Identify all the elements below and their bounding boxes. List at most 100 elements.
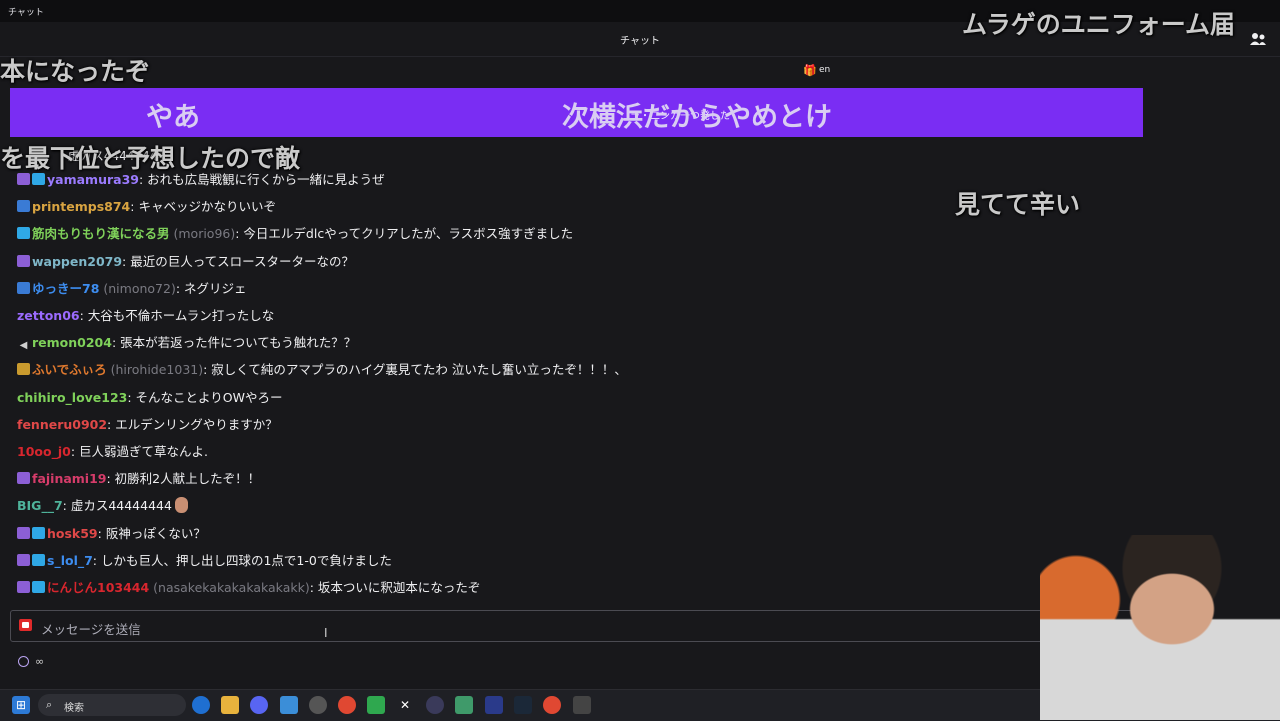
hype-left-text: やあ	[146, 102, 200, 133]
chat-user-handle: (nimono72)	[99, 280, 176, 296]
chat-message-text: : 虚カス44444444	[62, 498, 172, 514]
chat-message-text: : 寂しくて純のアマプラのハイグ裏見てたわ 泣いたし奮い立ったぞ！！！、	[203, 362, 627, 378]
chat-username[interactable]: remon0204	[32, 335, 112, 350]
chat-message: BIG__7: 虚カス44444444	[17, 496, 188, 516]
chat-message: hosk59: 阪神っぽくない？	[17, 524, 206, 544]
folder-icon[interactable]	[221, 696, 239, 714]
vip-badge-icon[interactable]	[17, 526, 30, 539]
chat-message-text: : 張本が若返った件についてもう触れた？？	[111, 335, 357, 351]
chrome-icon[interactable]	[543, 696, 561, 714]
hype-right-text: 次横浜だからやめとけ	[562, 102, 832, 133]
chat-message: printemps874: キャベッジかなりいいぞ	[17, 197, 276, 217]
obs-icon[interactable]	[309, 696, 327, 714]
vip-badge-icon[interactable]	[17, 254, 30, 267]
emote-icon	[174, 497, 188, 514]
chat-message: fenneru0902: エルデンリングやりますか？	[17, 415, 278, 435]
window-title: チャット	[8, 8, 44, 18]
chrome-icon[interactable]	[338, 696, 356, 714]
chat-message-text: : そんなことよりOWやろー	[127, 389, 283, 405]
chat-message: ゆっきー78 (nimono72): ネグリジェ	[17, 279, 247, 299]
app-icon[interactable]	[426, 696, 444, 714]
taskbar-search[interactable]: ⌕ 検索	[38, 694, 186, 716]
language-label: en	[819, 65, 831, 75]
slow-mode-label: ∞	[35, 655, 45, 668]
discord-icon[interactable]	[250, 696, 268, 714]
danmaku-comment: 本になったぞ	[0, 57, 151, 86]
chat-user-handle: (hirohide1031)	[106, 362, 204, 378]
mod-badge-icon[interactable]	[17, 200, 30, 213]
sub-badge-icon[interactable]	[17, 227, 30, 240]
chat-username[interactable]: 筋肉もりもり漢になる男	[32, 226, 170, 241]
chat-message: ふいでふぃろ (hirohide1031): 寂しくて純のアマプラのハイグ裏見て…	[17, 360, 627, 380]
chat-username[interactable]: fajinami19	[32, 471, 106, 486]
chat-message-text: : 巨人弱過ぎて草なんよ.	[70, 444, 208, 459]
chat-message-text: : ネグリジェ	[175, 280, 247, 296]
chat-message-text: : 大谷も不倫ホームラン打ったしな	[79, 308, 275, 323]
chat-message-text: : 坂本ついに釈迦本になったぞ	[309, 580, 481, 595]
window-app-icon[interactable]	[573, 696, 591, 714]
vip-badge-icon[interactable]	[17, 581, 30, 593]
xbox-icon[interactable]	[367, 696, 385, 714]
chat-message: zetton06: 大谷も不倫ホームラン打ったしな	[17, 306, 274, 326]
notepad-icon[interactable]	[280, 696, 298, 714]
sub-badge-icon[interactable]	[32, 581, 45, 593]
chat-input[interactable]: メッセージを送信	[10, 610, 1140, 642]
gold-badge-icon[interactable]	[17, 363, 30, 376]
chat-username[interactable]: hosk59	[47, 526, 98, 541]
taskbar-search-label: 検索	[64, 703, 84, 714]
vip-badge-icon[interactable]	[17, 472, 30, 485]
chat-username[interactable]: ゆっきー78	[32, 281, 99, 296]
chat-message-text: : 初勝利2人献上したぞ！！	[106, 471, 261, 487]
chat-username[interactable]: fenneru0902	[17, 417, 107, 432]
chat-username[interactable]: BIG__7	[17, 498, 63, 513]
webcam-overlay	[1040, 535, 1280, 720]
mod-badge-icon[interactable]	[17, 281, 30, 294]
danmaku-comment: ムラゲのユニフォーム届	[962, 10, 1236, 39]
danmaku-comment: を最下位と予想したので敵	[0, 144, 301, 173]
chat-message-text: : キャベッジかなりいいぞ	[130, 199, 276, 215]
chat-message: 10oo_j0: 巨人弱過ぎて草なんよ.	[17, 442, 208, 462]
danmaku-comment: 見てて辛い	[955, 190, 1081, 219]
chat-message: にんじん103444 (nasakekakakakakakakk): 坂本ついに…	[17, 578, 480, 598]
chat-username[interactable]: chihiro_love123	[17, 390, 127, 405]
drive-icon[interactable]	[455, 696, 473, 714]
chat-user-handle: (nasakekakakakakakakk)	[149, 580, 310, 595]
chat-username[interactable]: にんじん103444	[47, 580, 149, 595]
record-icon[interactable]	[19, 619, 32, 631]
chat-message-text: : しかも巨人、押し出し四球の1点で1-0で負けました	[92, 552, 392, 568]
monitor-icon[interactable]	[485, 696, 503, 714]
chat-username[interactable]: printemps874	[32, 199, 130, 214]
chat-username[interactable]: 10oo_j0	[17, 444, 71, 459]
chat-username[interactable]: wappen2079	[32, 254, 122, 269]
chat-message-text: : 最近の巨人ってスロースターターなの？	[122, 253, 354, 269]
gift-icon: 🎁	[803, 64, 817, 77]
chat-message-text: : 阪神っぽくない？	[97, 525, 206, 541]
sub-badge-icon[interactable]	[32, 553, 45, 566]
chat-message-text: : エルデンリングやりますか？	[107, 416, 278, 432]
users-icon[interactable]	[1250, 32, 1266, 46]
start-icon[interactable]: ⊞	[12, 696, 30, 714]
slow-mode-indicator[interactable]: ∞	[18, 655, 44, 668]
chat-message: ◀ remon0204: 張本が若返った件についてもう触れた？？	[17, 333, 357, 353]
edge-icon[interactable]	[192, 696, 210, 714]
chat-message: s_lol_7: しかも巨人、押し出し四球の1点で1-0で負けました	[17, 551, 392, 571]
chat-username[interactable]: zetton06	[17, 308, 80, 323]
x-icon[interactable]: ✕	[396, 696, 414, 714]
text-cursor-icon: I	[324, 626, 328, 640]
hype-train-banner: やあ ラ・二ンガ一つ発した 次横浜だからやめとけ	[10, 88, 1143, 137]
vip-badge-icon[interactable]	[17, 553, 30, 566]
chat-user-handle: (morio96)	[169, 226, 236, 242]
chat-message: fajinami19: 初勝利2人献上したぞ！！	[17, 469, 260, 489]
mute-badge-icon[interactable]: ◀	[17, 336, 30, 351]
chat-message: chihiro_love123: そんなことよりOWやろー	[17, 388, 283, 408]
sub-badge-icon[interactable]	[32, 526, 45, 539]
chat-input-placeholder: メッセージを送信	[41, 622, 141, 637]
chat-message: wappen2079: 最近の巨人ってスロースターターなの？	[17, 252, 354, 272]
pinned-bar: 🎁 en	[0, 57, 1280, 83]
chat-message: 筋肉もりもり漢になる男 (morio96): 今日エルデdlcやってクリアしたが…	[17, 224, 573, 244]
clock-icon	[18, 656, 29, 667]
chat-username[interactable]: s_lol_7	[47, 553, 93, 568]
steam-icon[interactable]	[514, 696, 532, 714]
chat-username[interactable]: ふいでふぃろ	[32, 362, 107, 377]
chat-message-text: : 今日エルデdlcやってクリアしたが、ラスボス強すぎました	[235, 226, 574, 242]
